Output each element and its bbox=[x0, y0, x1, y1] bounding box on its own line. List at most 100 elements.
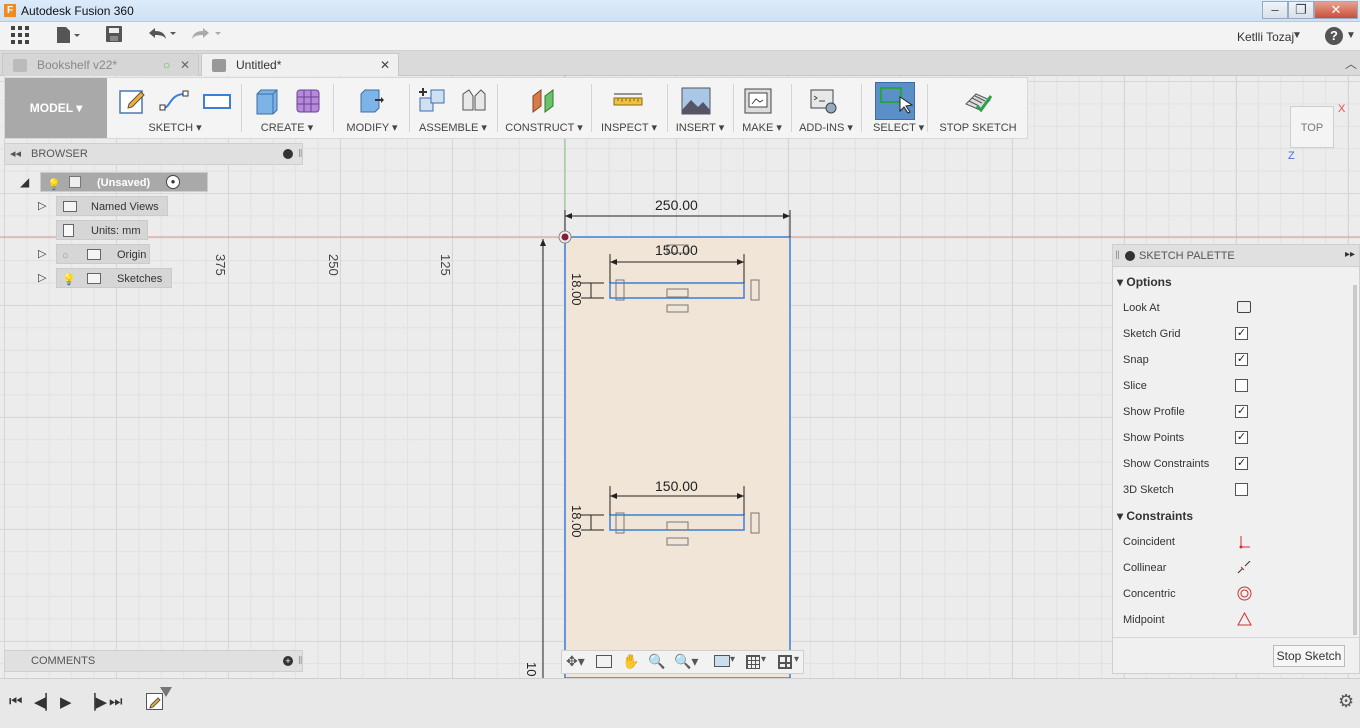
redo-icon[interactable] bbox=[190, 26, 224, 46]
ribbon-group-construct[interactable]: CONSTRUCT ▾ bbox=[499, 78, 589, 138]
save-icon[interactable] bbox=[106, 26, 122, 46]
expand-icon[interactable]: ▷ bbox=[38, 268, 46, 288]
ruler-bottom-label: 10 bbox=[524, 662, 539, 676]
panel-grip[interactable]: ‖ bbox=[1115, 248, 1120, 262]
named-views-node[interactable]: Named Views bbox=[56, 196, 168, 216]
ribbon-group-assemble[interactable]: ASSEMBLE ▾ bbox=[411, 78, 495, 138]
coincident-icon bbox=[1239, 536, 1250, 549]
stop-sketch-button[interactable]: Stop Sketch bbox=[1273, 645, 1345, 667]
display-settings-icon[interactable] bbox=[714, 655, 730, 667]
user-menu-chevron-icon[interactable]: ▼ bbox=[1292, 30, 1302, 41]
extrude-icon bbox=[256, 89, 278, 115]
tab-close-icon[interactable]: ✕ bbox=[180, 54, 190, 76]
go-to-start-icon[interactable]: ⏮ bbox=[9, 693, 23, 710]
orbit-icon[interactable]: ✥▾ bbox=[566, 653, 585, 670]
collapse-left-icon[interactable]: ◂◂ bbox=[10, 144, 21, 164]
browser-header[interactable]: ◂◂ BROWSER ‖ bbox=[4, 143, 303, 165]
offset-plane-icon bbox=[532, 89, 554, 113]
show-profile-checkbox[interactable]: ✓ bbox=[1235, 405, 1248, 418]
play-icon[interactable]: ▶ bbox=[60, 693, 72, 711]
minimize-button[interactable]: – bbox=[1262, 1, 1288, 19]
panel-grip[interactable]: ‖ bbox=[298, 144, 303, 164]
viewcube-face[interactable]: TOP bbox=[1290, 106, 1334, 148]
constraint-concentric[interactable]: Concentric bbox=[1123, 581, 1323, 607]
constraint-midpoint[interactable]: Midpoint bbox=[1123, 607, 1323, 633]
line-tool-icon bbox=[159, 90, 189, 111]
pan-icon[interactable]: ✋ bbox=[622, 653, 639, 670]
sketches-node[interactable]: 💡 Sketches bbox=[56, 268, 172, 288]
app-grid-icon[interactable] bbox=[11, 26, 29, 46]
expand-collapse-icon[interactable]: ◢ bbox=[20, 172, 29, 192]
expand-icon[interactable]: ▷ bbox=[38, 244, 46, 264]
step-forward-icon[interactable]: ▕▶ bbox=[84, 693, 107, 711]
help-icon[interactable]: ? bbox=[1325, 27, 1343, 45]
tab-bookshelf[interactable]: Bookshelf v22* ○ ✕ bbox=[2, 53, 199, 76]
maximize-button[interactable]: ❐ bbox=[1288, 1, 1314, 19]
expand-right-icon[interactable]: ▸▸ bbox=[1345, 249, 1355, 260]
grid-settings-chevron-icon[interactable]: ▾ bbox=[761, 654, 766, 665]
snap-checkbox[interactable]: ✓ bbox=[1235, 353, 1248, 366]
collapse-chevron-icon[interactable]: ︿ bbox=[1345, 55, 1357, 72]
root-node[interactable]: 💡 (Unsaved) bbox=[40, 172, 208, 192]
ribbon-group-modify[interactable]: MODIFY ▾ bbox=[337, 78, 407, 138]
stop-sketch-ribbon-button[interactable]: STOP SKETCH bbox=[933, 78, 1023, 138]
group-label: ADD-INS bbox=[799, 122, 845, 134]
option-3d-sketch: 3D Sketch bbox=[1123, 477, 1323, 503]
constraint-collinear[interactable]: Collinear bbox=[1123, 555, 1323, 581]
tab-close-icon[interactable]: ✕ bbox=[380, 54, 390, 76]
viewcube[interactable]: TOP X Z bbox=[1284, 100, 1345, 162]
timeline-settings-gear-icon[interactable]: ⚙ bbox=[1338, 691, 1354, 712]
ribbon-group-inspect[interactable]: INSPECT ▾ bbox=[593, 78, 665, 138]
options-header-label: Options bbox=[1126, 275, 1172, 289]
undo-icon[interactable] bbox=[147, 26, 179, 46]
user-name[interactable]: Ketlli Tozaj bbox=[1237, 30, 1294, 44]
expand-icon[interactable]: ▷ bbox=[38, 196, 46, 216]
ribbon-group-add-ins[interactable]: ADD-INS ▾ bbox=[793, 78, 859, 138]
ribbon-group-select[interactable]: SELECT ▾ bbox=[873, 78, 924, 138]
fit-icon[interactable]: 🔍▾ bbox=[674, 653, 698, 670]
units-node[interactable]: Units: mm bbox=[56, 220, 148, 240]
ribbon-group-make[interactable]: MAKE ▾ bbox=[735, 78, 789, 138]
viewports-chevron-icon[interactable]: ▾ bbox=[794, 654, 799, 665]
select-tool-highlight[interactable] bbox=[875, 82, 915, 120]
palette-collapse-icon[interactable] bbox=[1125, 251, 1135, 261]
show-constraints-checkbox[interactable]: ✓ bbox=[1235, 457, 1248, 470]
viewports-icon[interactable] bbox=[778, 655, 792, 669]
look-at-icon[interactable] bbox=[1237, 301, 1251, 313]
grid-settings-icon[interactable] bbox=[746, 655, 760, 669]
add-comment-icon[interactable]: + bbox=[283, 656, 293, 666]
look-at-icon[interactable] bbox=[596, 655, 612, 668]
sketch-feature-icon[interactable] bbox=[146, 693, 163, 710]
constraints-section-header[interactable]: ▾ Constraints bbox=[1117, 503, 1193, 529]
origin-node[interactable]: ○ Origin bbox=[56, 244, 150, 264]
tab-untitled[interactable]: Untitled* ✕ bbox=[201, 53, 399, 76]
browser-collapse-icon[interactable] bbox=[283, 149, 293, 159]
help-chevron-icon[interactable]: ▼ bbox=[1346, 30, 1356, 41]
constraint-coincident[interactable]: Coincident bbox=[1123, 529, 1323, 555]
light-bulb-off-icon[interactable]: ○ bbox=[62, 246, 69, 266]
panel-grip[interactable]: ‖ bbox=[298, 651, 303, 671]
ruler-label: 125 bbox=[438, 254, 453, 276]
display-settings-chevron-icon[interactable]: ▾ bbox=[730, 654, 735, 665]
ribbon-group-sketch[interactable]: SKETCH ▾ bbox=[113, 78, 237, 138]
close-button[interactable]: ✕ bbox=[1314, 1, 1358, 19]
step-back-icon[interactable]: ◀▏ bbox=[34, 693, 57, 711]
3d-sketch-checkbox[interactable] bbox=[1235, 483, 1248, 496]
palette-scrollbar[interactable] bbox=[1353, 285, 1357, 635]
sketch-grid-checkbox[interactable]: ✓ bbox=[1235, 327, 1248, 340]
workspace-switcher[interactable]: MODEL ▾ bbox=[5, 78, 107, 138]
option-snap: Snap ✓ bbox=[1123, 347, 1323, 373]
ribbon-group-insert[interactable]: INSERT ▾ bbox=[669, 78, 731, 138]
go-to-end-icon[interactable]: ⏭ bbox=[109, 693, 123, 710]
light-bulb-icon[interactable]: 💡 bbox=[47, 175, 61, 195]
slice-checkbox[interactable] bbox=[1235, 379, 1248, 392]
activate-radio-icon[interactable]: ● bbox=[166, 175, 180, 189]
zoom-icon[interactable]: 🔍 bbox=[648, 653, 665, 670]
show-points-checkbox[interactable]: ✓ bbox=[1235, 431, 1248, 444]
ribbon-group-create[interactable]: CREATE ▾ bbox=[245, 78, 329, 138]
comments-header[interactable]: COMMENTS + ‖ bbox=[4, 650, 303, 672]
file-menu-icon[interactable] bbox=[56, 26, 82, 46]
options-section-header[interactable]: ▾ Options bbox=[1117, 269, 1172, 295]
palette-header[interactable]: ‖ SKETCH PALETTE ▸▸ bbox=[1113, 245, 1359, 267]
light-bulb-icon[interactable]: 💡 bbox=[62, 270, 76, 290]
